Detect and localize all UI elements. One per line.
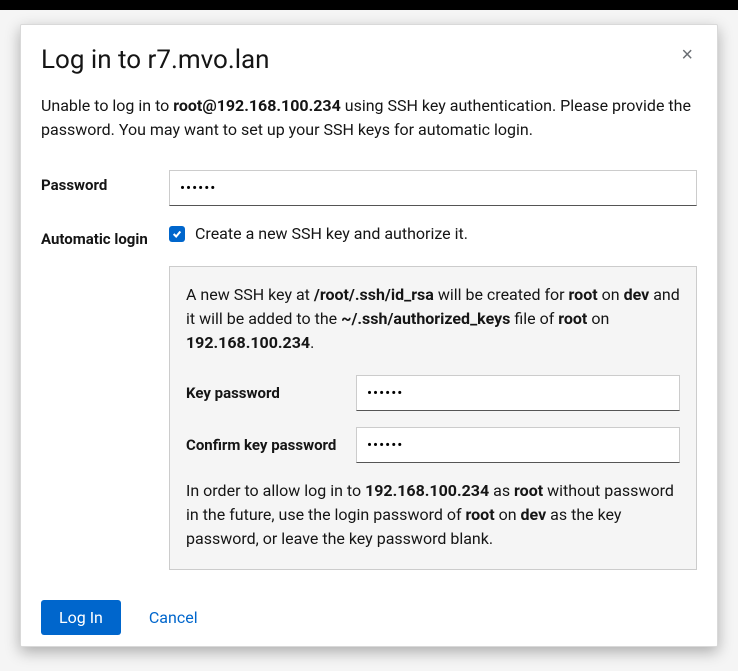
password-row: Password bbox=[41, 170, 697, 206]
cancel-button[interactable]: Cancel bbox=[149, 608, 198, 627]
confirm-key-password-row: Confirm key password bbox=[186, 427, 680, 463]
modal-footer: Log In Cancel bbox=[41, 600, 697, 635]
auto-login-label: Automatic login bbox=[41, 224, 169, 248]
key-password-label: Key password bbox=[186, 384, 356, 402]
ssh-key-info-box: A new SSH key at /root/.ssh/id_rsa will … bbox=[169, 266, 697, 570]
modal-title: Log in to r7.mvo.lan bbox=[41, 45, 270, 76]
confirm-key-password-label: Confirm key password bbox=[186, 436, 356, 454]
close-icon[interactable]: × bbox=[677, 45, 697, 65]
confirm-key-password-input[interactable] bbox=[356, 427, 680, 463]
intro-target: root@192.168.100.234 bbox=[173, 96, 341, 115]
password-input[interactable] bbox=[169, 170, 697, 206]
password-label: Password bbox=[41, 170, 169, 194]
auto-login-checkbox[interactable] bbox=[169, 226, 185, 242]
intro-prefix: Unable to log in to bbox=[41, 96, 173, 115]
key-password-input[interactable] bbox=[356, 375, 680, 411]
auto-login-checkbox-label: Create a new SSH key and authorize it. bbox=[195, 224, 468, 243]
ssh-key-create-text: A new SSH key at /root/.ssh/id_rsa will … bbox=[186, 283, 680, 355]
auto-login-checkbox-wrap: Create a new SSH key and authorize it. bbox=[169, 224, 697, 243]
intro-text: Unable to log in to root@192.168.100.234… bbox=[41, 94, 697, 142]
ssh-key-hint-text: In order to allow log in to 192.168.100.… bbox=[186, 479, 680, 551]
auto-login-row: Automatic login Create a new SSH key and… bbox=[41, 224, 697, 248]
modal-header: Log in to r7.mvo.lan × bbox=[41, 45, 697, 76]
login-modal: Log in to r7.mvo.lan × Unable to log in … bbox=[20, 24, 718, 647]
login-button[interactable]: Log In bbox=[41, 600, 121, 635]
key-password-row: Key password bbox=[186, 375, 680, 411]
check-icon bbox=[172, 229, 182, 239]
